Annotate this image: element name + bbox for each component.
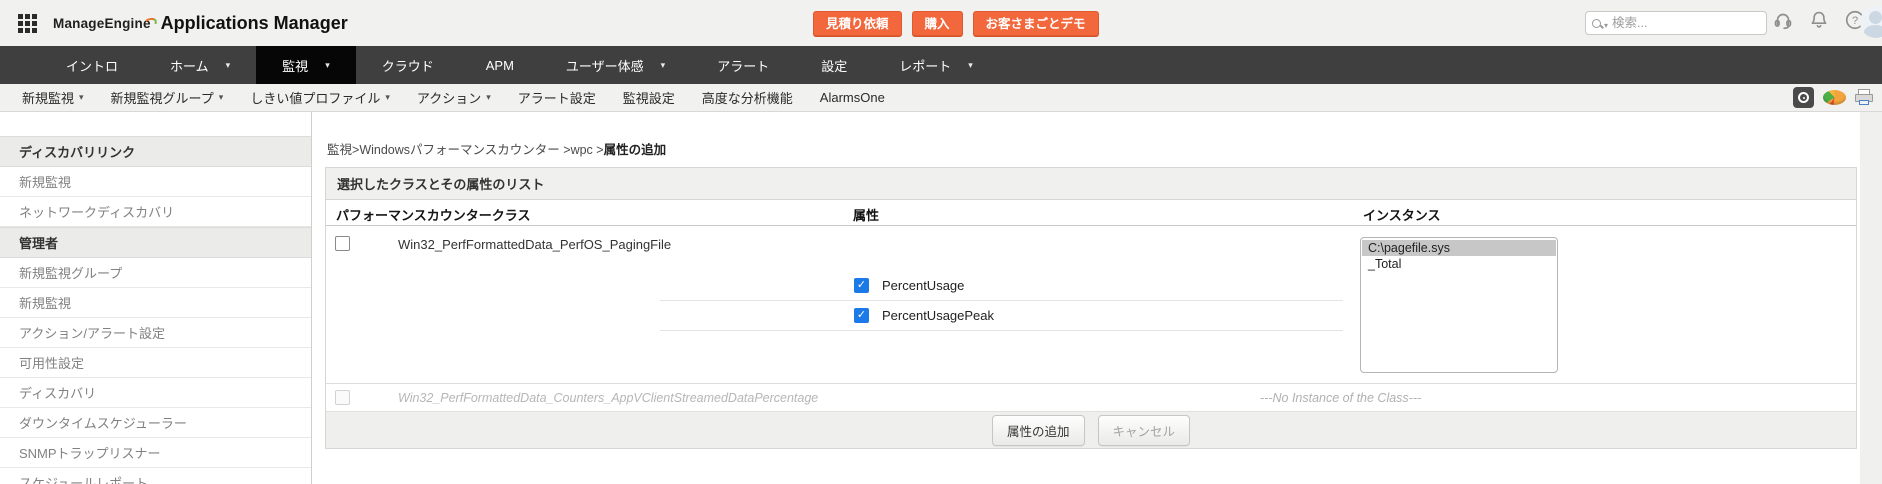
sidebar-item-availability-settings[interactable]: 可用性設定 [0, 348, 311, 378]
nav-tab-intro[interactable]: イントロ [40, 46, 144, 84]
chevron-down-icon: ▾ [968, 60, 973, 71]
class-checkbox-unchecked[interactable] [335, 236, 350, 251]
request-quote-button[interactable]: 見積り依頼 [813, 11, 902, 36]
breadcrumb-monitoring[interactable]: 監視 [327, 143, 352, 157]
toolbar-alarmsone[interactable]: AlarmsOne [820, 90, 885, 105]
search-input[interactable] [1612, 16, 1760, 30]
nav-tab-alerts[interactable]: アラート [691, 46, 795, 84]
nav-tab-apm[interactable]: APM [460, 46, 540, 84]
sidebar-item-action-alert-settings[interactable]: アクション/アラート設定 [0, 318, 311, 348]
table-row-pagingfile: Win32_PerfFormattedData_PerfOS_PagingFil… [326, 226, 1856, 384]
cancel-button[interactable]: キャンセル [1098, 415, 1191, 446]
no-instance-note: ---No Instance of the Class--- [1260, 391, 1421, 405]
nav-tab-home[interactable]: ホーム▾ [144, 46, 256, 84]
toolbar-actions[interactable]: アクション▾ [417, 88, 491, 107]
right-gutter [1860, 112, 1882, 484]
support-headset-icon[interactable] [1770, 7, 1796, 33]
chevron-down-icon: ▾ [486, 92, 491, 103]
column-instance: インスタンス [1363, 205, 1440, 224]
personal-demo-button[interactable]: お客さまごとデモ [973, 11, 1099, 36]
instance-option-pagefile[interactable]: C:\pagefile.sys [1362, 240, 1556, 256]
class-name-disabled: Win32_PerfFormattedData_Counters_AppVCli… [398, 391, 818, 405]
sidebar-section-admin: 管理者 [0, 227, 311, 258]
toolbar-advanced-analytics[interactable]: 高度な分析機能 [702, 88, 793, 107]
toolbar-new-monitor[interactable]: 新規監視▾ [22, 88, 84, 107]
nav-tab-user-experience[interactable]: ユーザー体感▾ [540, 46, 691, 84]
breadcrumb-add-attribute: 属性の追加 [604, 143, 667, 157]
table-row-appv-disabled: Win32_PerfFormattedData_Counters_AppVCli… [326, 384, 1856, 412]
toolbar-threshold-profile[interactable]: しきい値プロファイル▾ [250, 88, 390, 107]
column-attributes: 属性 [853, 205, 879, 224]
table-column-headers: パフォーマンスカウンタークラス 属性 インスタンス [326, 200, 1856, 226]
global-search: ▾ [1585, 11, 1767, 35]
nav-tab-reports[interactable]: レポート▾ [873, 46, 999, 84]
add-attribute-button[interactable]: 属性の追加 [992, 415, 1085, 446]
snapshot-shutter-icon[interactable] [1793, 87, 1814, 108]
toolbar-new-monitor-group[interactable]: 新規監視グループ▾ [111, 88, 224, 107]
sidebar-item-schedule-report[interactable]: スケジュールレポート [0, 468, 311, 484]
attribute-label: PercentUsage [882, 278, 964, 293]
class-attributes-panel: 選択したクラスとその属性のリスト パフォーマンスカウンタークラス 属性 インスタ… [325, 167, 1857, 449]
page: ManageEngine Applications Manager 見積り依頼 … [0, 0, 1882, 484]
nav-tab-settings[interactable]: 設定 [795, 46, 873, 84]
sidebar: ディスカバリリンク 新規監視 ネットワークディスカバリ 管理者 新規監視グループ… [0, 112, 312, 484]
app-logo[interactable]: ManageEngine Applications Manager [18, 0, 348, 46]
column-performance-counter-class: パフォーマンスカウンタークラス [336, 205, 530, 224]
attribute-checkbox-checked[interactable]: ✓ [854, 308, 869, 323]
panel-title: 選択したクラスとその属性のリスト [326, 168, 1856, 200]
breadcrumb-windows-performance-counter[interactable]: Windowsパフォーマンスカウンター [359, 143, 559, 157]
sidebar-item-discovery[interactable]: ディスカバリ [0, 378, 311, 408]
svg-text:?: ? [1852, 15, 1858, 27]
pie-chart-icon[interactable] [1823, 90, 1846, 105]
chevron-down-icon: ▾ [219, 92, 224, 103]
breadcrumb-wpc[interactable]: wpc [571, 143, 593, 157]
attribute-checkbox-checked[interactable]: ✓ [854, 278, 869, 293]
notifications-bell-icon[interactable] [1806, 7, 1832, 33]
action-toolbar: 新規監視▾ 新規監視グループ▾ しきい値プロファイル▾ アクション▾ アラート設… [0, 84, 1882, 112]
main-nav: イントロ ホーム▾ 監視▾ クラウド APM ユーザー体感▾ アラート 設定 レ… [0, 46, 1882, 84]
sidebar-section-discovery-links: ディスカバリリンク [0, 136, 311, 167]
sidebar-item-snmp-trap-listener[interactable]: SNMPトラップリスナー [0, 438, 311, 468]
sidebar-item-downtime-scheduler[interactable]: ダウンタイムスケジューラー [0, 408, 311, 438]
nav-tab-cloud[interactable]: クラウド [356, 46, 460, 84]
purchase-button[interactable]: 購入 [912, 11, 963, 36]
instance-listbox[interactable]: C:\pagefile.sys _Total [1360, 237, 1558, 373]
chevron-down-icon: ▾ [79, 92, 84, 103]
nav-tab-monitoring[interactable]: 監視▾ [256, 46, 356, 84]
toolbar-alert-settings[interactable]: アラート設定 [518, 88, 596, 107]
chevron-down-icon: ▾ [325, 60, 330, 71]
attribute-label: PercentUsagePeak [882, 308, 994, 323]
cta-buttons: 見積り依頼 購入 お客さまごとデモ [813, 11, 1099, 36]
chevron-down-icon: ▾ [661, 60, 666, 71]
sidebar-item-new-monitor-group[interactable]: 新規監視グループ [0, 258, 311, 288]
print-icon[interactable] [1855, 89, 1874, 106]
top-header: ManageEngine Applications Manager 見積り依頼 … [0, 0, 1882, 46]
sidebar-item-network-discovery[interactable]: ネットワークディスカバリ [0, 197, 311, 227]
search-scope-chevron-icon[interactable]: ▾ [1604, 21, 1608, 30]
class-checkbox-disabled [335, 390, 350, 405]
chevron-down-icon: ▾ [226, 60, 231, 71]
attributes-cell: ✓ PercentUsage ✓ PercentUsagePeak [660, 271, 1343, 331]
brand-name: ManageEngine [53, 16, 151, 31]
main-panel: 監視>Windowsパフォーマンスカウンター >wpc >属性の追加 選択したク… [312, 112, 1860, 484]
search-icon [1592, 19, 1601, 28]
attribute-row-percentusagepeak: ✓ PercentUsagePeak [660, 301, 1343, 331]
apps-grid-icon[interactable] [18, 14, 37, 33]
header-icons: ? [1770, 7, 1868, 33]
attribute-row-percentusage: ✓ PercentUsage [660, 271, 1343, 301]
chevron-down-icon: ▾ [385, 92, 390, 103]
instance-option-total[interactable]: _Total [1362, 256, 1556, 272]
user-avatar[interactable] [1860, 6, 1882, 38]
breadcrumb: 監視>Windowsパフォーマンスカウンター >wpc >属性の追加 [312, 112, 1860, 167]
product-name: Applications Manager [161, 13, 348, 34]
toolbar-right-icons [1793, 87, 1874, 108]
class-name: Win32_PerfFormattedData_PerfOS_PagingFil… [398, 237, 671, 252]
sidebar-item-new-monitor[interactable]: 新規監視 [0, 167, 311, 197]
toolbar-monitor-settings[interactable]: 監視設定 [623, 88, 675, 107]
content-area: ディスカバリリンク 新規監視 ネットワークディスカバリ 管理者 新規監視グループ… [0, 112, 1882, 484]
sidebar-item-new-monitor-admin[interactable]: 新規監視 [0, 288, 311, 318]
panel-button-bar: 属性の追加 キャンセル [326, 412, 1856, 448]
